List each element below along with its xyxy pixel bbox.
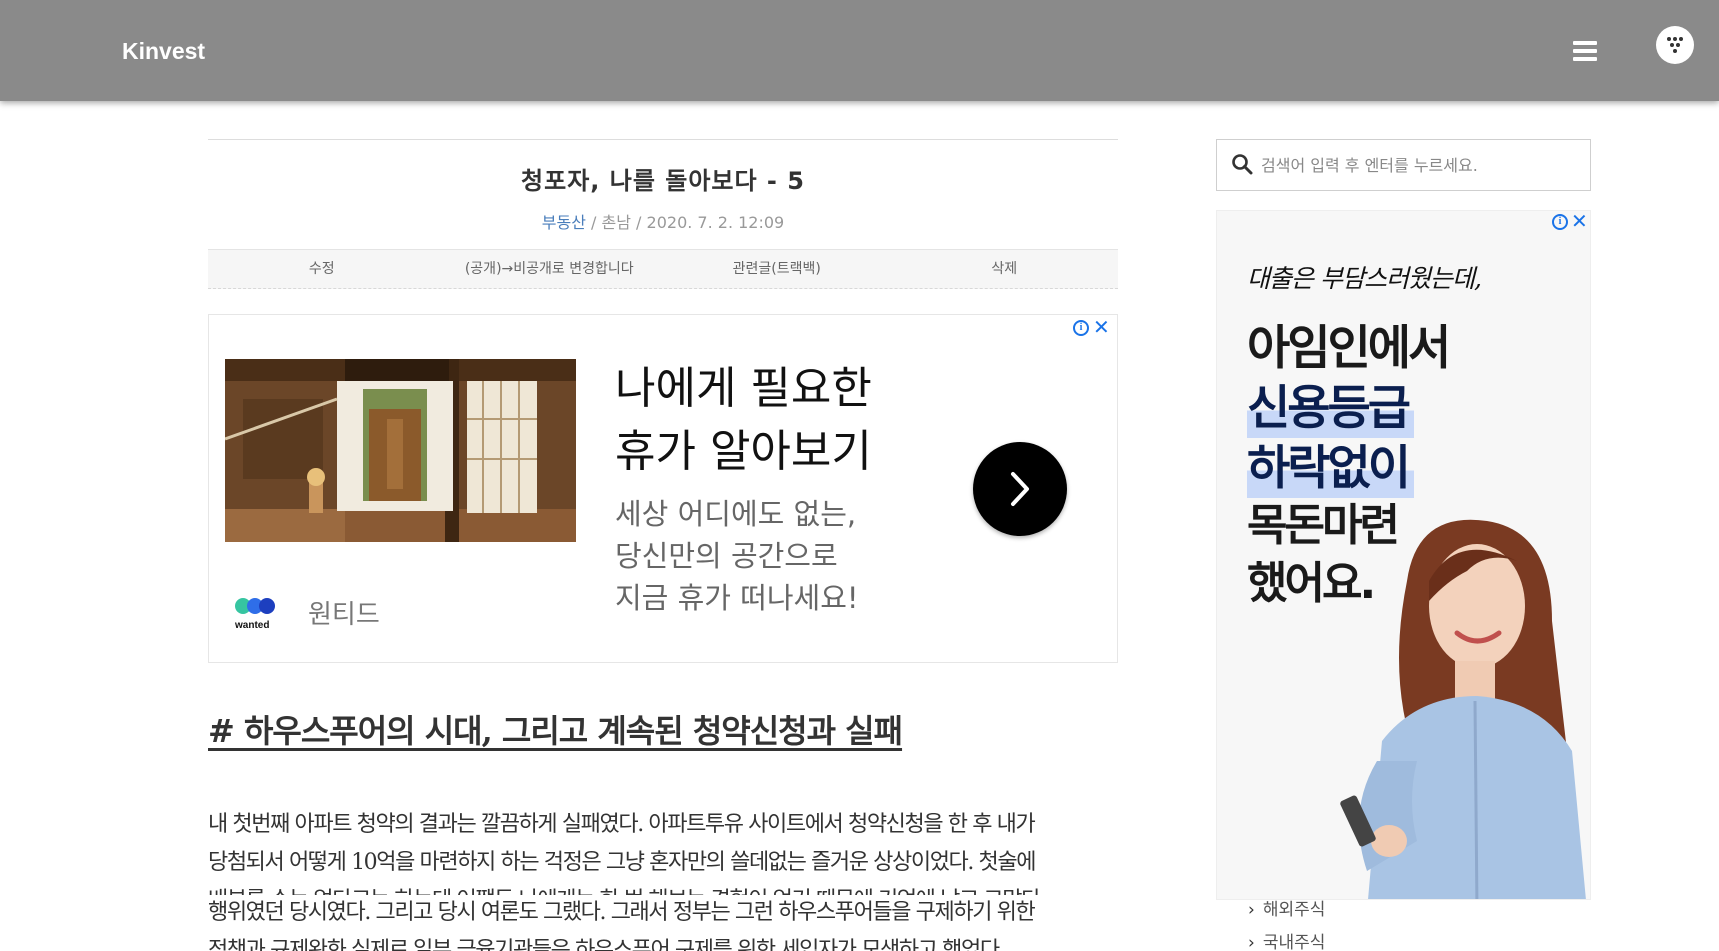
ad-description-line: 세상 어디에도 없는, <box>615 497 857 531</box>
ad-headline-line: 나에게 필요한 <box>615 363 872 414</box>
ad-choices-icon[interactable]: i <box>1552 214 1568 230</box>
ad-close-icon[interactable]: ✕ <box>1093 315 1110 339</box>
wanted-logo: wanted <box>235 596 283 631</box>
ad-model-image <box>1340 519 1586 899</box>
chevron-right-icon: › <box>1248 933 1255 951</box>
post-author: 촌남 <box>601 213 631 232</box>
ad-open-button[interactable] <box>973 442 1067 536</box>
ad-room-image <box>225 359 576 542</box>
ad-headline-line: 휴가 알아보기 <box>615 426 872 477</box>
ad-copy-line: 아임인에서 <box>1247 321 1451 376</box>
ad-description-line: 지금 휴가 떠나세요! <box>615 581 859 615</box>
hamburger-menu-icon[interactable] <box>1573 40 1599 62</box>
wanted-logo-word: wanted <box>235 620 270 631</box>
body-paragraph-line: 정책과 규제완화 실제로 일부 금융기관들은 하우스푸어 구제를 위한 세입자가… <box>208 938 1000 951</box>
sidebar-link-label: 국내주식 <box>1262 933 1326 951</box>
site-brand[interactable]: Kinvest <box>122 38 205 65</box>
meta-separator: / <box>636 213 647 232</box>
ad-description-line: 당신만의 공간으로 <box>615 539 838 573</box>
ad-description: 세상 어디에도 없는, 당신만의 공간으로 지금 휴가 떠나세요! <box>615 493 859 619</box>
display-ad[interactable]: i ✕ 나에게 필요한 휴가 알아보기 세상 어디에도 없는, 당신만의 공간으… <box>208 314 1118 663</box>
chevron-right-icon: › <box>1248 900 1255 920</box>
meta-separator: / <box>591 213 602 232</box>
ad-advertiser-name[interactable]: 원티드 <box>308 594 380 631</box>
post-date: 2020. 7. 2. 12:09 <box>646 213 785 232</box>
trackback-button[interactable]: 관련글(트랙백) <box>663 250 891 288</box>
top-header: Kinvest <box>0 0 1719 101</box>
body-paragraph-line: 행위였던 당시였다. 그리고 당시 여론도 그랬다. 그래서 정부는 그런 하우… <box>208 900 1036 925</box>
sidebar-link-domestic-stocks[interactable]: › 국내주식 <box>1248 928 1325 951</box>
body-paragraph-line: 당첨되서 어떻게 10억을 마련하지 하는 걱정은 그냥 혼자만의 쓸데없는 즐… <box>208 850 1036 875</box>
edit-post-button[interactable]: 수정 <box>208 250 436 288</box>
sidebar-search[interactable] <box>1216 139 1591 191</box>
ad-copy-line: 신용등급 <box>1247 369 1414 438</box>
post-meta: 부동산 / 촌남 / 2020. 7. 2. 12:09 <box>208 209 1118 233</box>
ad-headline[interactable]: 나에게 필요한 휴가 알아보기 <box>615 357 872 483</box>
ad-copy-line: 하락없이 <box>1247 429 1414 498</box>
post-category-link[interactable]: 부동산 <box>542 213 586 232</box>
delete-post-button[interactable]: 삭제 <box>891 250 1119 288</box>
ad-handwritten-text: 대출은 부담스러웠는데, <box>1247 264 1482 293</box>
chevron-right-icon <box>1011 472 1029 506</box>
body-paragraph-line: 내 첫번째 아파트 청약의 결과는 깔끔하게 실패였다. 아파트투유 사이트에서… <box>208 812 1036 837</box>
title-divider <box>208 139 1118 140</box>
search-icon <box>1232 154 1253 175</box>
ad-choices-icon[interactable]: i <box>1073 320 1089 336</box>
section-heading: # 하우스푸어의 시대, 그리고 계속된 청약신청과 실패 <box>208 712 903 750</box>
sidebar-link-overseas-stocks[interactable]: › 해외주식 <box>1248 895 1325 920</box>
search-input[interactable] <box>1261 140 1581 190</box>
sidebar-link-label: 해외주식 <box>1262 900 1326 920</box>
visibility-toggle-button[interactable]: (공개)→비공개로 변경합니다 <box>436 250 664 288</box>
ad-close-icon[interactable]: ✕ <box>1571 211 1588 233</box>
sidebar-display-ad[interactable]: i ✕ 대출은 부담스러웠는데, 아임인에서 신용등급 하락없이 목돈마련 했어… <box>1216 210 1591 900</box>
profile-dots-icon[interactable] <box>1656 26 1694 64</box>
post-action-bar: 수정 (공개)→비공개로 변경합니다 관련글(트랙백) 삭제 <box>208 249 1118 289</box>
post-title: 청포자, 나를 돌아보다 - 5 <box>521 167 805 195</box>
